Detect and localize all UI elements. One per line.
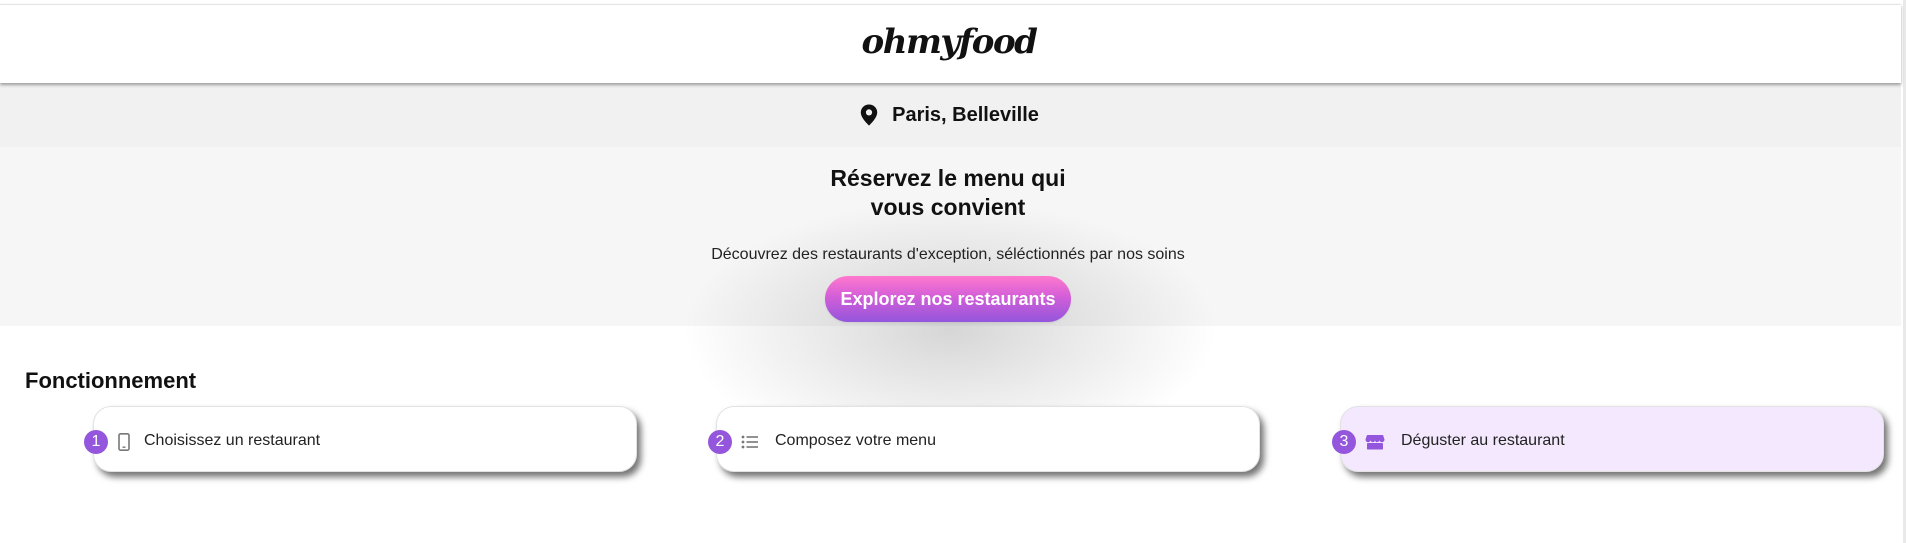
store-icon (1365, 432, 1385, 452)
step-number-badge: 3 (1332, 430, 1356, 454)
site-header: ohmyfood (0, 4, 1901, 83)
page: ohmyfood Paris, Belleville Réservez le m… (0, 0, 1906, 543)
location-bar: Paris, Belleville (0, 83, 1901, 147)
step-number-badge: 1 (84, 430, 108, 454)
location-text: Paris, Belleville (892, 103, 1039, 126)
hero-title-line-2: vous convient (870, 194, 1026, 220)
hero-title: Réservez le menu qui vous convient (0, 164, 1896, 222)
hero-subtitle: Découvrez des restaurants d'exception, s… (711, 246, 1185, 263)
list-icon (740, 432, 760, 452)
step-label: Choisissez un restaurant (144, 432, 321, 449)
section-title: Fonctionnement (25, 368, 197, 393)
explore-restaurants-button[interactable]: Explorez nos restaurants (825, 276, 1071, 322)
logo[interactable]: ohmyfood (862, 22, 1038, 62)
map-pin-icon (860, 104, 878, 126)
smartphone-icon (114, 432, 134, 452)
location: Paris, Belleville (860, 104, 1039, 127)
page-content: ohmyfood Paris, Belleville Réservez le m… (0, 0, 1901, 543)
step-label: Composez votre menu (775, 432, 936, 449)
step-label: Déguster au restaurant (1401, 432, 1565, 449)
hero-title-line-1: Réservez le menu qui (830, 165, 1066, 191)
step-number-badge: 2 (708, 430, 732, 454)
